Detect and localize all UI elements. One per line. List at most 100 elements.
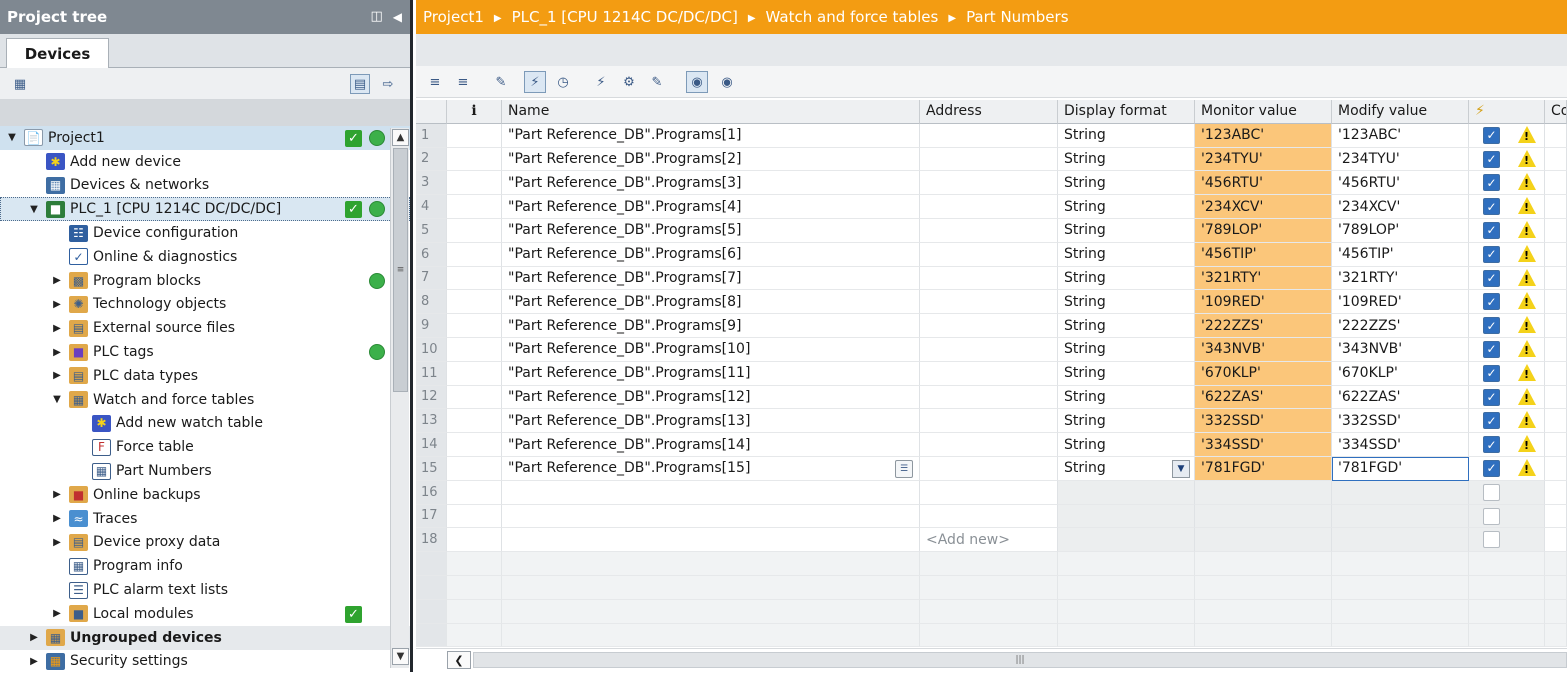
format-cell[interactable]: String (1058, 314, 1195, 338)
name-cell[interactable]: "Part Reference_DB".Programs[6] (502, 242, 920, 267)
modify-value-cell[interactable]: '456RTU' (1332, 171, 1469, 196)
monitor-once-icon[interactable]: ◉ (716, 71, 738, 93)
collapsed-arrow-icon[interactable]: ▶ (51, 513, 63, 525)
table-row[interactable]: 10 "Part Reference_DB".Programs[10] String… (416, 337, 1567, 362)
details-view-icon[interactable]: ▤ (350, 74, 370, 94)
collapsed-arrow-icon[interactable]: ▶ (51, 346, 63, 358)
address-cell[interactable] (920, 361, 1058, 386)
empty-table-row[interactable]: 18 <Add new> (416, 528, 1567, 553)
address-cell[interactable] (920, 195, 1058, 219)
address-cell[interactable] (920, 314, 1058, 338)
name-cell[interactable]: "Part Reference_DB".Programs[15] ☰ (502, 456, 920, 481)
comment-cell[interactable] (1545, 385, 1567, 410)
tree-item[interactable]: ▶ ■ PLC tags (0, 340, 410, 364)
modify-once-icon[interactable]: ⚡ (590, 71, 612, 93)
modify-checkbox[interactable]: ✓ (1483, 317, 1500, 335)
address-cell[interactable] (920, 218, 1058, 243)
name-cell[interactable]: "Part Reference_DB".Programs[11] (502, 361, 920, 386)
tree-item[interactable]: ▶ ■ Online backups (0, 483, 410, 507)
modify-value-cell[interactable]: '456TIP' (1332, 242, 1469, 267)
col-modify-header[interactable]: Modify value (1332, 100, 1469, 124)
comment-cell[interactable] (1545, 433, 1567, 457)
table-row[interactable]: 12 "Part Reference_DB".Programs[12] String… (416, 385, 1567, 410)
add-new-placeholder[interactable]: <Add new> (926, 532, 1010, 548)
modify-value-cell[interactable] (1332, 528, 1469, 553)
table-row[interactable]: 9 "Part Reference_DB".Programs[9] String '2… (416, 314, 1567, 338)
table-row[interactable]: 2 "Part Reference_DB".Programs[2] String '2… (416, 147, 1567, 172)
format-cell[interactable]: String (1058, 361, 1195, 386)
monitor-all-icon[interactable]: ◉ (686, 71, 708, 93)
breadcrumb-item[interactable]: Watch and force tables (766, 8, 939, 26)
table-row[interactable]: 11 "Part Reference_DB".Programs[11] String… (416, 361, 1567, 386)
tree-item[interactable]: ▶ ▦ Security settings (0, 650, 410, 672)
comment-cell[interactable] (1545, 290, 1567, 315)
collapsed-arrow-icon[interactable]: ▶ (51, 536, 63, 548)
format-cell[interactable]: String (1058, 337, 1195, 362)
comment-cell[interactable] (1545, 337, 1567, 362)
tree-item[interactable]: ✱ Add new watch table (0, 412, 410, 436)
address-cell[interactable] (920, 385, 1058, 410)
trigger-icon[interactable]: ◷ (552, 71, 574, 93)
modify-checkbox[interactable]: ✓ (1483, 412, 1500, 430)
format-cell[interactable]: String (1058, 195, 1195, 219)
name-cell[interactable]: "Part Reference_DB".Programs[5] (502, 218, 920, 243)
name-cell[interactable]: "Part Reference_DB".Programs[14] (502, 433, 920, 457)
modify-value-cell[interactable]: '321RTY' (1332, 266, 1469, 291)
modify-checkbox[interactable]: ✓ (1483, 269, 1500, 287)
tree-item[interactable]: ☰ PLC alarm text lists (0, 578, 410, 602)
export-icon[interactable]: ⇨ (378, 74, 398, 94)
modify-value-cell[interactable]: '234XCV' (1332, 195, 1469, 219)
scroll-up-icon[interactable]: ▲ (392, 129, 409, 146)
expanded-arrow-icon[interactable]: ▼ (28, 203, 40, 215)
modify-value-cell[interactable]: '109RED' (1332, 290, 1469, 315)
modify-checkbox[interactable]: ✓ (1483, 436, 1500, 454)
comment-cell[interactable] (1545, 218, 1567, 243)
modify-checkbox[interactable]: ✓ (1483, 198, 1500, 216)
add-row-icon[interactable]: ≡ (452, 71, 474, 93)
comment-cell[interactable] (1545, 314, 1567, 338)
col-format-header[interactable]: Display format (1058, 100, 1195, 124)
modify-value-cell[interactable]: '123ABC' (1332, 123, 1469, 148)
tree-item[interactable]: ▶ ✺ Technology objects (0, 293, 410, 317)
tab-devices[interactable]: Devices (6, 38, 109, 69)
rename-icon[interactable]: ✎ (490, 71, 512, 93)
tree-item[interactable]: ☷ Device configuration (0, 221, 410, 245)
tag-select-icon[interactable]: ☰ (895, 459, 913, 478)
modify-value-cell[interactable]: '622ZAS' (1332, 385, 1469, 410)
modify-checkbox[interactable]: ✓ (1483, 221, 1500, 239)
modify-checkbox[interactable]: ✓ (1483, 340, 1500, 358)
modify-value-cell[interactable]: '781FGD' (1332, 456, 1469, 481)
name-cell[interactable] (502, 504, 920, 529)
name-cell[interactable] (502, 480, 920, 505)
tree-item[interactable]: F Force table (0, 435, 410, 459)
modify-now-icon[interactable]: ⚡ (524, 71, 546, 93)
format-cell[interactable] (1058, 528, 1195, 553)
name-cell[interactable]: "Part Reference_DB".Programs[3] (502, 171, 920, 196)
comment-cell[interactable] (1545, 504, 1567, 529)
collapsed-arrow-icon[interactable]: ▶ (51, 489, 63, 501)
comment-cell[interactable] (1545, 528, 1567, 553)
modify-checkbox[interactable]: ✓ (1483, 150, 1500, 168)
table-row[interactable]: 1 "Part Reference_DB".Programs[1] String '1… (416, 123, 1567, 148)
tree-item[interactable]: ▶ ≈ Traces (0, 507, 410, 531)
modify-value-cell[interactable]: '343NVB' (1332, 337, 1469, 362)
format-cell[interactable]: String (1058, 290, 1195, 315)
comment-cell[interactable] (1545, 409, 1567, 434)
tree-item[interactable]: ▼ ■ PLC_1 [CPU 1214C DC/DC/DC] ✓ (0, 197, 410, 222)
collapsed-arrow-icon[interactable]: ▶ (28, 632, 40, 644)
comment-cell[interactable] (1545, 242, 1567, 267)
name-cell[interactable]: "Part Reference_DB".Programs[2] (502, 147, 920, 172)
table-row[interactable]: 8 "Part Reference_DB".Programs[8] String '1… (416, 290, 1567, 315)
modify-checkbox[interactable]: ✓ (1483, 293, 1500, 311)
tree-item[interactable]: ▦ Part Numbers (0, 459, 410, 483)
address-cell[interactable] (920, 337, 1058, 362)
table-row[interactable]: 4 "Part Reference_DB".Programs[4] String '2… (416, 195, 1567, 219)
collapse-panel-icon[interactable]: ◀ (393, 0, 402, 34)
scroll-down-icon[interactable]: ▼ (392, 648, 409, 665)
modify-trigger-icon[interactable]: ⚙ (618, 71, 640, 93)
modify-value-cell[interactable]: '222ZZS' (1332, 314, 1469, 338)
table-row[interactable]: 13 "Part Reference_DB".Programs[13] String… (416, 409, 1567, 434)
collapsed-arrow-icon[interactable]: ▶ (51, 370, 63, 382)
modify-checkbox[interactable] (1483, 507, 1500, 525)
format-cell[interactable]: String (1058, 242, 1195, 267)
